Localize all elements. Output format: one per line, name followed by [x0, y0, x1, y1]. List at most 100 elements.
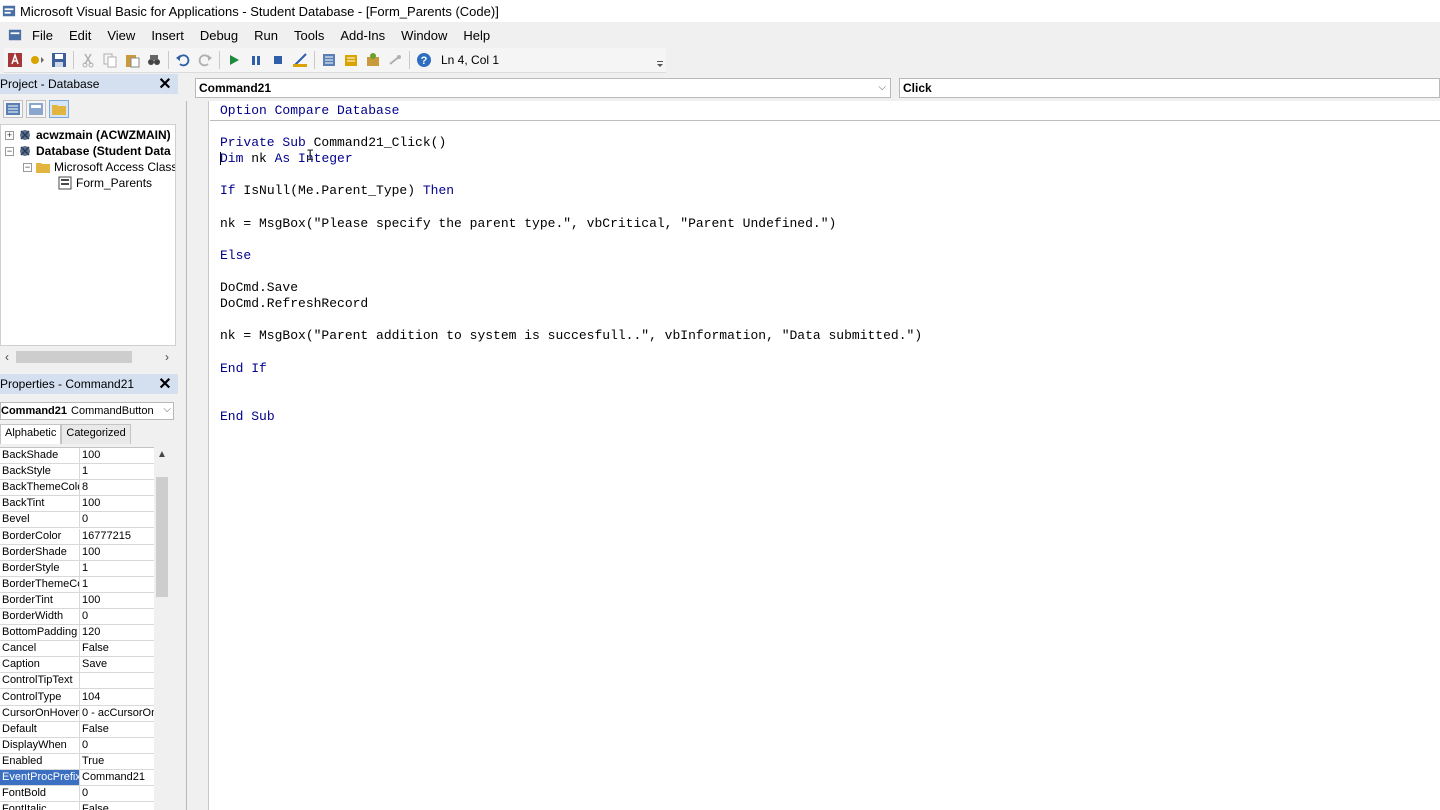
- project-explorer-button[interactable]: [318, 49, 340, 71]
- toolbar-options-icon[interactable]: [656, 52, 664, 70]
- procedure-dropdown[interactable]: Click: [899, 78, 1440, 98]
- scroll-left-icon[interactable]: ‹: [0, 350, 14, 364]
- scrollbar-thumb[interactable]: [16, 351, 132, 363]
- property-row[interactable]: FontItalic False: [0, 802, 154, 810]
- code-line[interactable]: If IsNull(Me.Parent_Type) Then: [220, 183, 922, 199]
- code-line[interactable]: [220, 312, 922, 328]
- property-name[interactable]: Bevel: [0, 512, 80, 528]
- toolbox-button[interactable]: [384, 49, 406, 71]
- property-row[interactable]: Default False: [0, 721, 154, 738]
- property-row[interactable]: BorderThemeCo 1: [0, 576, 154, 593]
- menu-add-ins[interactable]: Add-Ins: [332, 28, 393, 43]
- property-value[interactable]: 0: [80, 512, 154, 527]
- property-value[interactable]: 100: [80, 496, 154, 511]
- menu-help[interactable]: Help: [455, 28, 498, 43]
- code-editor[interactable]: Option Compare Database Private Sub Comm…: [186, 101, 1440, 810]
- help-button[interactable]: ?: [413, 49, 435, 71]
- property-row[interactable]: BorderWidth 0: [0, 609, 154, 625]
- property-row[interactable]: BorderShade 100: [0, 544, 154, 561]
- property-name[interactable]: ControlType: [0, 689, 80, 705]
- property-value[interactable]: 100: [80, 593, 154, 608]
- view-access-button[interactable]: [4, 49, 26, 71]
- property-name[interactable]: BackShade: [0, 448, 80, 463]
- property-name[interactable]: CursorOnHover: [0, 705, 80, 721]
- scroll-up-icon[interactable]: ▲: [154, 449, 170, 460]
- property-name[interactable]: FontItalic: [0, 802, 80, 810]
- menu-view[interactable]: View: [99, 28, 143, 43]
- menu-edit[interactable]: Edit: [61, 28, 99, 43]
- property-row[interactable]: BackShade 100: [0, 448, 154, 464]
- code-line[interactable]: [220, 393, 922, 409]
- run-button[interactable]: [223, 49, 245, 71]
- scrollbar-thumb[interactable]: [156, 477, 168, 597]
- property-name[interactable]: Caption: [0, 657, 80, 673]
- code-line[interactable]: DoCmd.RefreshRecord: [220, 296, 922, 312]
- property-name[interactable]: EventProcPrefix: [0, 770, 80, 785]
- property-value[interactable]: 100: [80, 448, 154, 463]
- property-value[interactable]: True: [80, 754, 154, 769]
- property-value[interactable]: 16777215: [80, 529, 154, 544]
- code-line[interactable]: DoCmd.Save: [220, 280, 922, 296]
- code-line[interactable]: nk = MsgBox("Please specify the parent t…: [220, 216, 922, 232]
- design-mode-button[interactable]: [289, 49, 311, 71]
- close-project-explorer-icon[interactable]: ✕: [156, 75, 174, 93]
- breakpoint-margin[interactable]: [187, 101, 209, 810]
- code-line[interactable]: Else: [220, 248, 922, 264]
- property-row[interactable]: BottomPadding 120: [0, 625, 154, 642]
- code-line[interactable]: [220, 232, 922, 248]
- property-row[interactable]: BorderStyle 1: [0, 560, 154, 577]
- expand-icon[interactable]: +: [5, 130, 14, 140]
- project-horizontal-scrollbar[interactable]: ‹ ›: [0, 348, 176, 366]
- tree-item-form-parents[interactable]: Form_Parents: [58, 175, 152, 191]
- property-row[interactable]: ControlTipText: [0, 673, 154, 690]
- property-value[interactable]: False: [80, 641, 154, 656]
- property-row[interactable]: Enabled True: [0, 753, 154, 770]
- tree-item-database[interactable]: − Database (Student Data: [5, 143, 171, 159]
- property-value[interactable]: 104: [80, 690, 154, 705]
- close-properties-icon[interactable]: ✕: [156, 375, 174, 393]
- menu-tools[interactable]: Tools: [286, 28, 332, 43]
- property-row[interactable]: BackTint 100: [0, 496, 154, 513]
- property-name[interactable]: BackTint: [0, 496, 80, 512]
- property-row[interactable]: BorderTint 100: [0, 592, 154, 609]
- code-line[interactable]: [220, 264, 922, 280]
- code-text[interactable]: Option Compare Database Private Sub Comm…: [220, 103, 922, 425]
- insert-module-button[interactable]: [26, 49, 48, 71]
- code-line[interactable]: [220, 167, 922, 183]
- properties-window-button[interactable]: [340, 49, 362, 71]
- chevron-down-icon[interactable]: ⌵: [878, 79, 886, 97]
- menu-file[interactable]: File: [0, 28, 61, 43]
- save-button[interactable]: [48, 49, 70, 71]
- tree-item-acwzmain[interactable]: + acwzmain (ACWZMAIN): [5, 127, 171, 143]
- property-value[interactable]: 120: [80, 625, 154, 640]
- property-name[interactable]: BorderTint: [0, 592, 80, 608]
- property-name[interactable]: BorderThemeCo: [0, 576, 80, 592]
- properties-vertical-scrollbar[interactable]: ▲: [154, 447, 170, 810]
- vba-menu-icon[interactable]: [8, 28, 22, 42]
- reset-button[interactable]: [267, 49, 289, 71]
- tree-item-class-objects[interactable]: − Microsoft Access Class O: [23, 159, 175, 175]
- property-name[interactable]: BorderColor: [0, 528, 80, 544]
- code-line[interactable]: End If: [220, 361, 922, 377]
- code-line[interactable]: Dim nk As Integer: [220, 151, 922, 167]
- undo-button[interactable]: [172, 49, 194, 71]
- property-value[interactable]: 0 - acCursorOn: [80, 706, 154, 721]
- property-row[interactable]: CursorOnHover 0 - acCursorOn: [0, 705, 154, 722]
- property-value[interactable]: 0: [80, 738, 154, 753]
- property-value[interactable]: False: [80, 722, 154, 737]
- property-value[interactable]: 0: [80, 786, 154, 801]
- tab-categorized[interactable]: Categorized: [61, 424, 131, 444]
- view-code-button[interactable]: [3, 100, 23, 118]
- scroll-right-icon[interactable]: ›: [160, 350, 174, 364]
- object-browser-button[interactable]: [362, 49, 384, 71]
- property-value[interactable]: [80, 673, 154, 688]
- redo-button[interactable]: [194, 49, 216, 71]
- menu-debug[interactable]: Debug: [192, 28, 246, 43]
- properties-object-dropdown[interactable]: Command21 CommandButton ⌵: [0, 402, 174, 420]
- code-line[interactable]: Option Compare Database: [220, 103, 922, 119]
- chevron-down-icon[interactable]: ⌵: [163, 404, 171, 415]
- code-line[interactable]: nk = MsgBox("Parent addition to system i…: [220, 328, 922, 344]
- property-row[interactable]: Bevel 0: [0, 512, 154, 529]
- menu-window[interactable]: Window: [393, 28, 455, 43]
- property-row[interactable]: FontBold 0: [0, 786, 154, 803]
